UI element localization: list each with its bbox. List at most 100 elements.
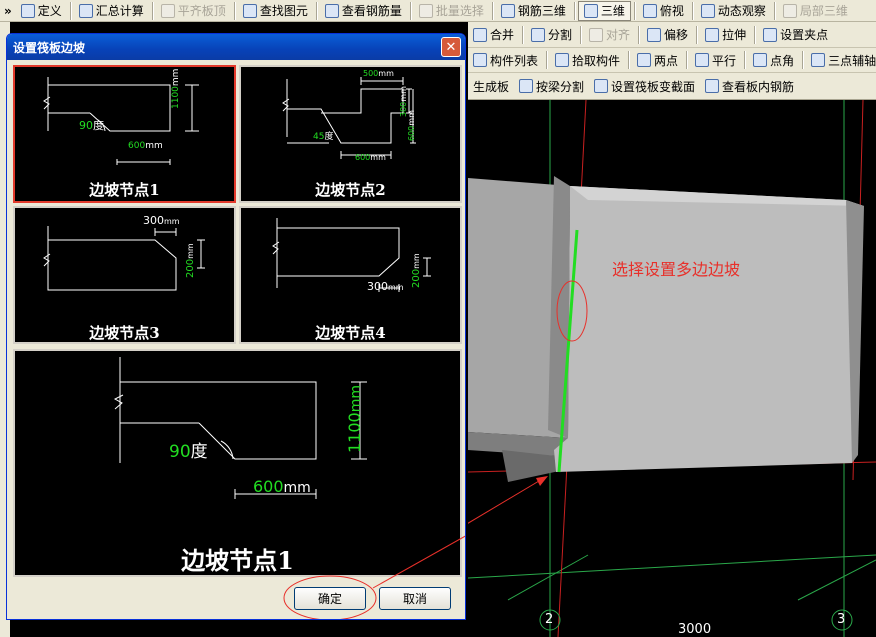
grid-line — [468, 554, 876, 579]
draw-angle-button[interactable]: 点角 — [748, 50, 799, 70]
edit-offset-button[interactable]: 偏移 — [642, 25, 693, 45]
option-4-label: 边坡节点4 — [315, 324, 386, 342]
break-mark — [43, 96, 51, 110]
list-icon — [473, 53, 487, 67]
draw-list-button[interactable]: 构件列表 — [468, 50, 543, 70]
rebar-3d-icon — [500, 3, 515, 18]
edit-stretch-label: 拉伸 — [722, 28, 747, 42]
partial-3d-icon — [782, 3, 797, 18]
option-2-top: 500mm — [363, 69, 394, 78]
binoculars-icon — [242, 3, 257, 18]
draw-pick-button[interactable]: 拾取构件 — [550, 50, 625, 70]
draw-list-label: 构件列表 — [490, 53, 539, 68]
top-level-label: 平齐板顶 — [177, 4, 226, 18]
toolbar-separator — [773, 1, 775, 20]
slope-option-1[interactable]: 90度 600mm 1100mm 边坡节点1 — [13, 65, 236, 203]
edit-grip-button[interactable]: 设置夹点 — [758, 25, 833, 45]
top-rebar3d-button[interactable]: 钢筋三维 — [496, 1, 571, 21]
top-level-button[interactable]: 平齐板顶 — [156, 1, 231, 21]
toolbar-separator — [69, 1, 71, 20]
edit-offset-label: 偏移 — [664, 28, 689, 42]
top-find-label: 查找图元 — [259, 4, 308, 18]
grid-line — [507, 554, 589, 601]
top-summary-label: 汇总计算 — [95, 4, 144, 18]
top-define-button[interactable]: 定义 — [16, 1, 67, 21]
stretch-icon — [705, 27, 720, 42]
three-point-axis-icon — [811, 53, 826, 67]
preview-height: 1100mm — [345, 385, 364, 453]
slab-section-button[interactable]: 设置筏板变截面 — [589, 76, 700, 96]
edit-toolbar: 合并 分割 对齐 偏移 拉伸 设置夹点 — [468, 22, 876, 48]
3d-viewport[interactable]: 选择设置多边边坡 2 3 3000 — [468, 100, 876, 637]
edit-merge-button[interactable]: 合并 — [468, 25, 519, 45]
slope-option-4[interactable]: 200mm 300mm 边坡节点4 — [239, 206, 462, 344]
cancel-button[interactable]: 取消 — [379, 587, 451, 610]
top-view-icon — [642, 3, 657, 18]
slab-generate-button[interactable]: 生成板 — [468, 76, 514, 96]
top-view3d-label: 三维 — [600, 4, 625, 18]
preview-label: 边坡节点1 — [181, 546, 294, 575]
top-find-button[interactable]: 查找图元 — [238, 1, 313, 21]
pick-icon — [555, 53, 570, 67]
option-2-width: 600mm — [355, 153, 386, 162]
slab-inner-label: 查看板内钢筋 — [722, 79, 795, 94]
toolbar-separator — [744, 51, 746, 69]
toolbar-separator — [633, 1, 635, 20]
app-window: » 定义 汇总计算 平齐板顶 查找图元 查看钢筋量 批量选择 钢筋三维 三维 俯视 动态观察 局部三… — [0, 0, 876, 637]
option-1-label: 边坡节点1 — [89, 181, 160, 199]
draw-parallel-button[interactable]: 平行 — [690, 50, 741, 70]
toolbar-separator — [573, 1, 575, 20]
top-view3d-button[interactable]: 三维 — [577, 0, 631, 21]
dialog-title-bar[interactable]: 设置筏板边坡 — [7, 34, 465, 60]
toolbar-separator — [638, 25, 640, 44]
toolbar-separator — [409, 1, 411, 20]
draw-twopoint-button[interactable]: 两点 — [632, 50, 683, 70]
preview-width: 600mm — [253, 477, 311, 496]
slab-inner-button[interactable]: 查看板内钢筋 — [700, 76, 799, 96]
top-partial-label: 局部三维 — [799, 4, 848, 18]
top-rebar3d-label: 钢筋三维 — [517, 4, 566, 18]
toolbar-overflow-chevron[interactable]: » — [0, 4, 16, 18]
close-icon[interactable]: ✕ — [441, 37, 461, 57]
slope-dialog: 设置筏板边坡 ✕ 90度 600mm 1100mm 边坡节点1 500mm 30… — [6, 33, 466, 620]
slab-beamsplit-button[interactable]: 按梁分割 — [514, 76, 589, 96]
draw-threepoint-button[interactable]: 三点辅轴 — [806, 50, 876, 70]
toolbar-separator — [151, 1, 153, 20]
top-rebar-label: 查看钢筋量 — [341, 4, 402, 18]
axis-label-3: 3 — [837, 612, 846, 627]
parallel-icon — [695, 53, 710, 67]
toolbar-separator — [691, 1, 693, 20]
slab-beamsplit-label: 按梁分割 — [536, 79, 585, 94]
view-rebar-icon — [705, 79, 720, 93]
edit-align-label: 对齐 — [606, 28, 631, 42]
slab-toolbar: 生成板 按梁分割 设置筏板变截面 查看板内钢筋 — [468, 73, 876, 100]
edit-split-button[interactable]: 分割 — [526, 25, 577, 45]
option-1-height: 1100mm — [171, 68, 181, 109]
3d-scene — [468, 100, 876, 637]
top-summary-button[interactable]: 汇总计算 — [74, 1, 149, 21]
draw-angle-label: 点角 — [770, 53, 795, 68]
ok-button[interactable]: 确定 — [294, 587, 366, 610]
align-icon — [589, 27, 604, 42]
option-3-height: 200mm — [185, 243, 196, 278]
slope-option-2[interactable]: 500mm 300mm 600mm 45度 600mm 边坡节点2 — [239, 65, 462, 203]
top-orbit-button[interactable]: 动态观察 — [696, 1, 771, 21]
toolbar-separator — [686, 51, 688, 69]
toolbar-separator — [580, 25, 582, 44]
top-define-label: 定义 — [37, 4, 62, 18]
edit-align-button[interactable]: 对齐 — [584, 25, 635, 45]
draw-toolbar: 构件列表 拾取构件 两点 平行 点角 三点辅轴 — [468, 48, 876, 73]
option-3-label: 边坡节点3 — [89, 324, 160, 342]
top-rebar-button[interactable]: 查看钢筋量 — [320, 1, 407, 21]
slope-option-3[interactable]: 300mm 200mm 边坡节点3 — [13, 206, 236, 344]
offset-icon — [647, 27, 662, 42]
option-3-width: 300mm — [143, 214, 180, 227]
top-partial-button[interactable]: 局部三维 — [778, 1, 853, 21]
toolbar-separator — [491, 1, 493, 20]
preview-angle: 90度 — [169, 442, 208, 462]
top-orbit-label: 动态观察 — [717, 4, 766, 18]
slab-section-icon — [594, 79, 609, 93]
top-top-button[interactable]: 俯视 — [638, 1, 689, 21]
top-batch-button[interactable]: 批量选择 — [414, 1, 489, 21]
edit-stretch-button[interactable]: 拉伸 — [700, 25, 751, 45]
